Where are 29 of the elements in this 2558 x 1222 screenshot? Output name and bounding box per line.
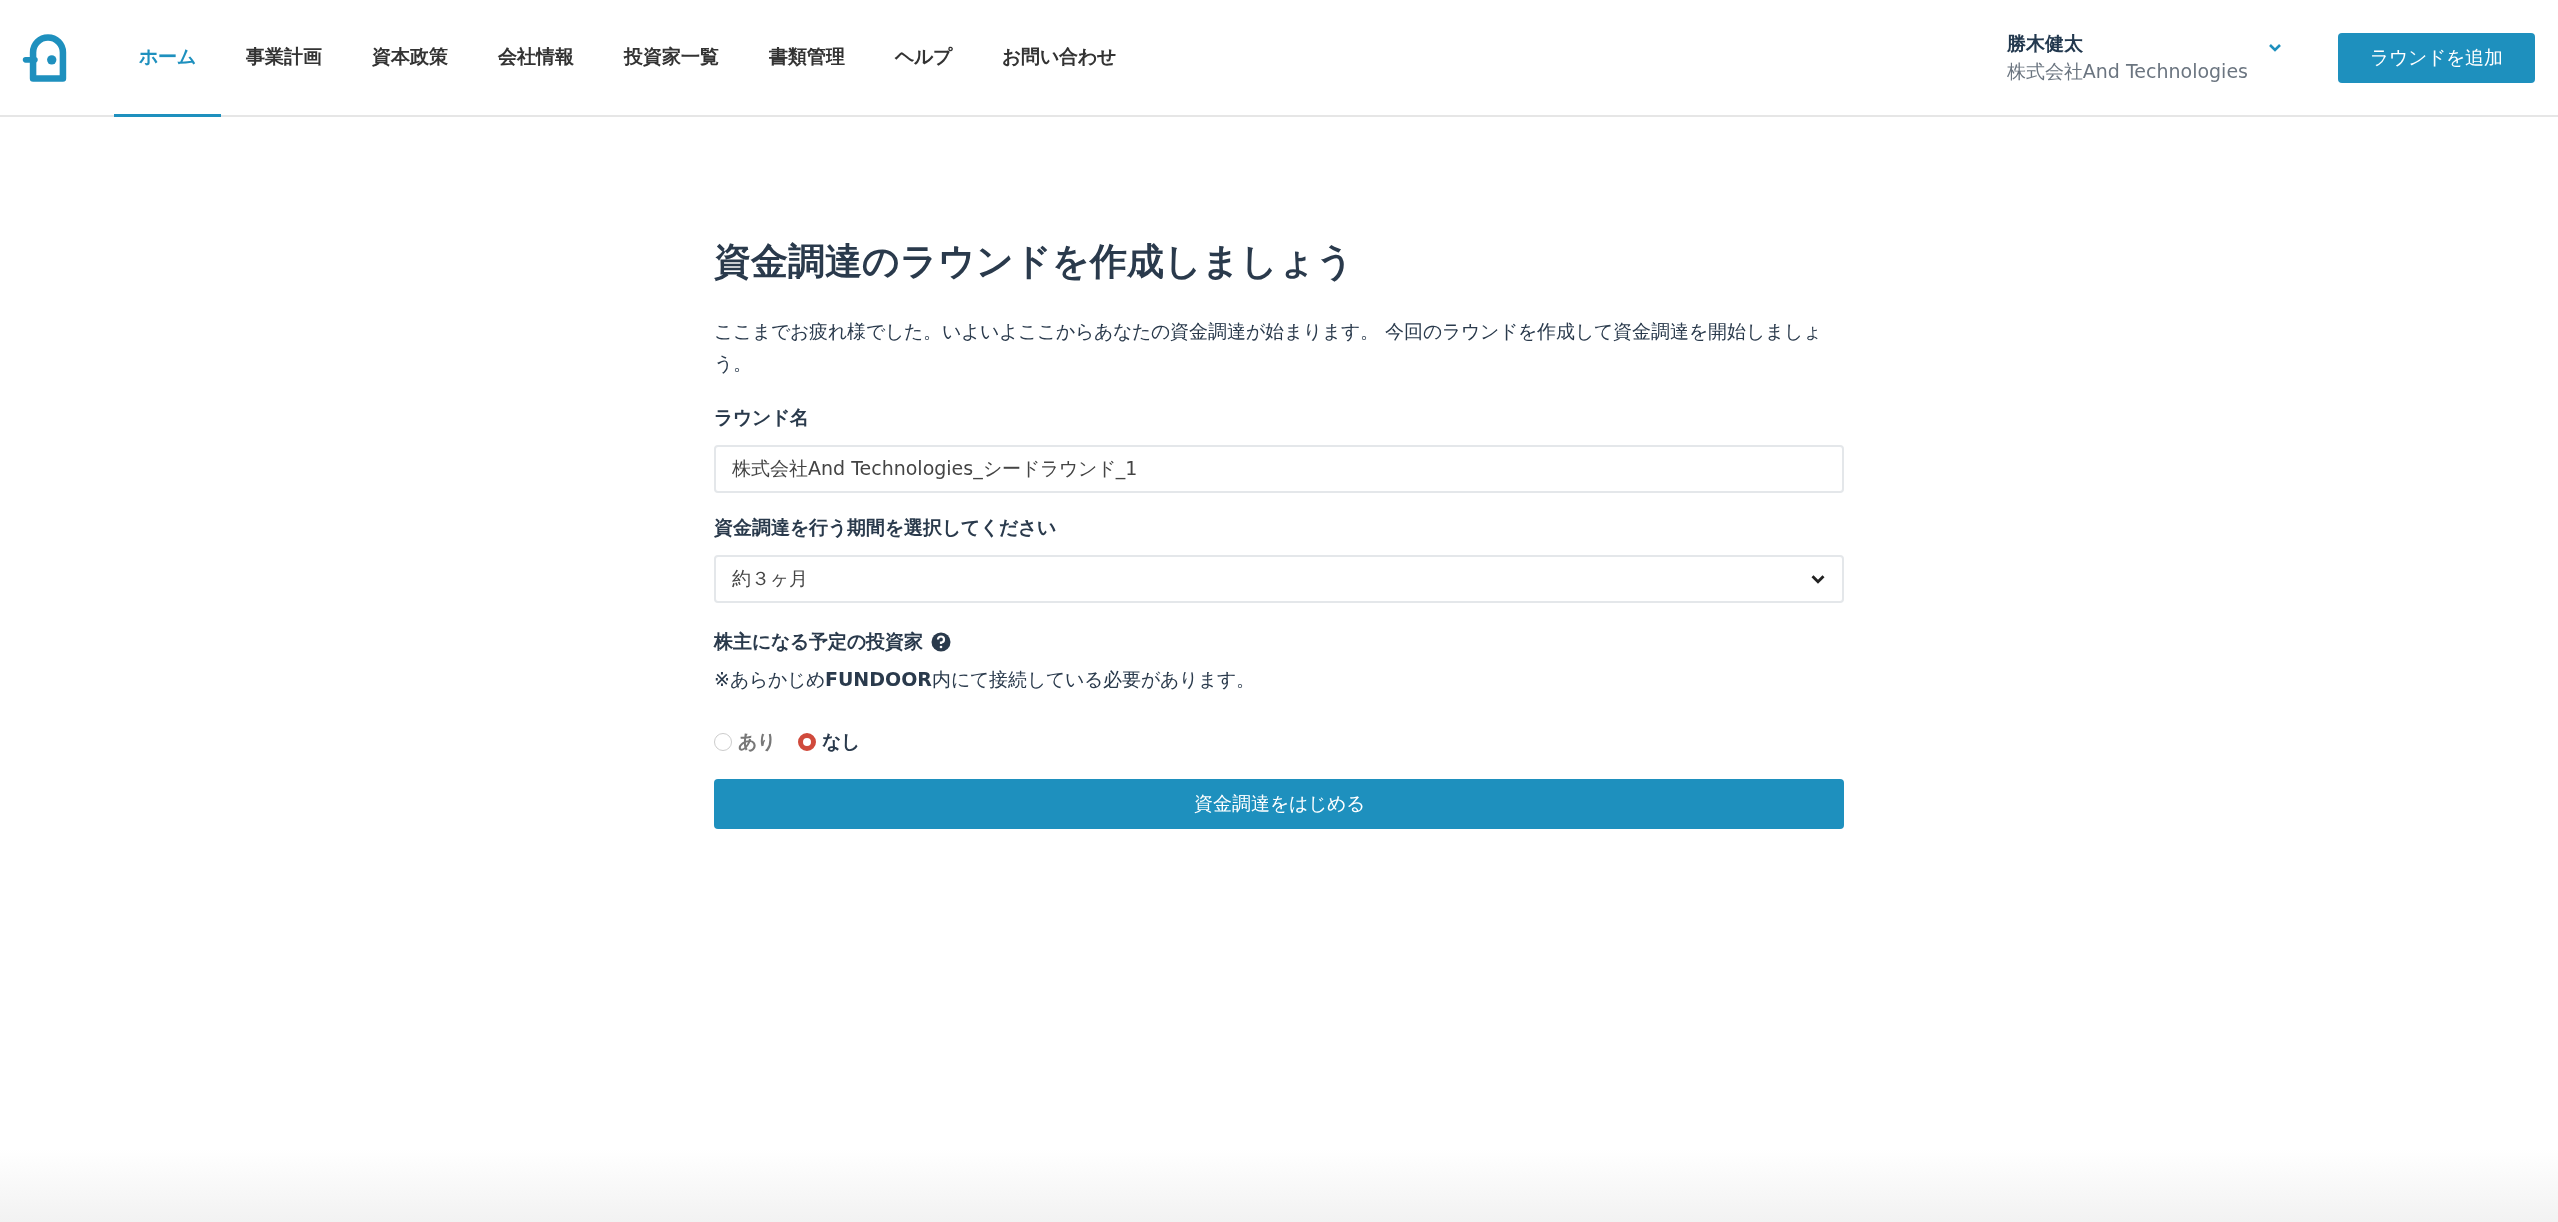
add-round-button[interactable]: ラウンドを追加 xyxy=(2338,32,2535,83)
radio-icon[interactable] xyxy=(798,733,816,751)
nav-tab[interactable]: 会社情報 xyxy=(473,0,599,117)
period-select[interactable]: 約３ヶ月 xyxy=(714,555,1844,603)
chevron-down-icon[interactable] xyxy=(2268,42,2282,53)
company-name: 株式会社And Technologies xyxy=(2006,58,2248,84)
note-text: ※あらかじめFUNDOOR内にて接続している必要があります。 xyxy=(714,667,1256,692)
nav-tab[interactable]: ホーム xyxy=(114,0,221,117)
radio-icon[interactable] xyxy=(714,733,732,751)
intro-text: ここまでお疲れ様でした。いよいよここからあなたの資金調達が始まります。 今回のラウンドを作成して資金調達を開始しましょう。 xyxy=(714,319,1824,376)
field-label: 株主になる予定の投資家 xyxy=(714,629,923,654)
user-name: 勝木健太 xyxy=(2006,30,2084,56)
start-button[interactable]: 資金調達をはじめる xyxy=(714,779,1844,829)
nav-tab[interactable]: 投資家一覧 xyxy=(599,0,744,117)
nav-tab[interactable]: 資本政策 xyxy=(347,0,473,117)
chevron-down-icon xyxy=(1810,573,1826,585)
nav-tab[interactable]: お問い合わせ xyxy=(977,0,1141,117)
radio-label: なし xyxy=(822,729,860,754)
radio-option[interactable]: あり xyxy=(714,729,776,755)
field-label: 資金調達を行う期間を選択してください xyxy=(714,515,1057,540)
round-name-field[interactable]: 株式会社And Technologies_シードラウンド_1 xyxy=(714,445,1844,493)
nav-tab[interactable]: 書類管理 xyxy=(744,0,870,117)
radio-label: あり xyxy=(738,729,776,754)
page-title: 資金調達のラウンドを作成しましょう xyxy=(714,239,1355,285)
help-icon[interactable] xyxy=(931,632,951,652)
radio-option[interactable]: なし xyxy=(798,729,860,755)
field-label: ラウンド名 xyxy=(714,405,810,430)
nav-tab[interactable]: ヘルプ xyxy=(870,0,977,117)
nav-tab[interactable]: 事業計画 xyxy=(221,0,347,117)
